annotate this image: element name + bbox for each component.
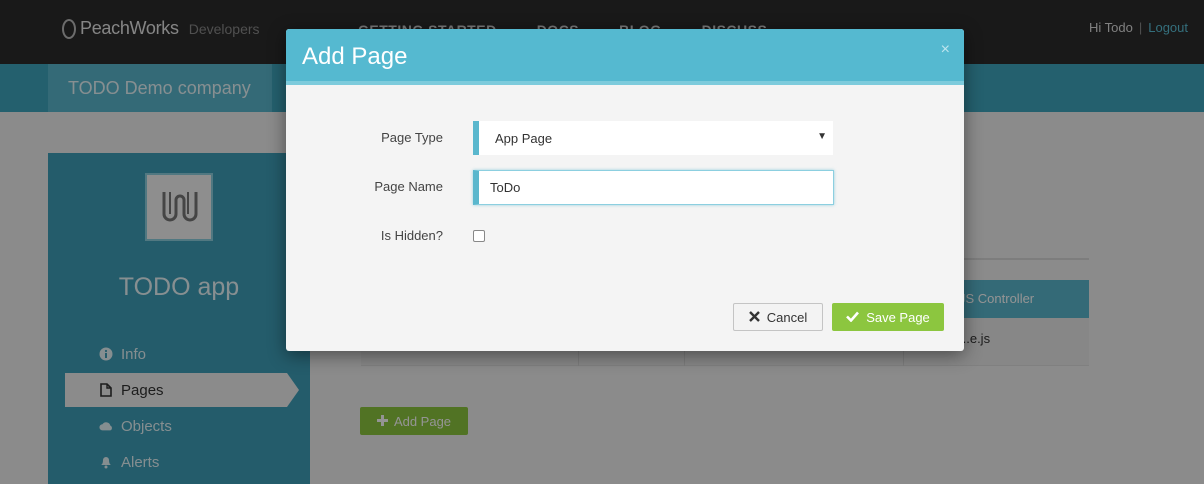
save-page-button[interactable]: Save Page xyxy=(832,303,944,331)
close-icon xyxy=(748,310,760,325)
is-hidden-label: Is Hidden? xyxy=(380,228,443,243)
cancel-label: Cancel xyxy=(766,309,808,325)
modal-header: Add Page × xyxy=(286,29,964,85)
page-type-value: App Page xyxy=(495,130,553,146)
is-hidden-checkbox[interactable] xyxy=(473,230,485,242)
page-type-select[interactable]: App Page ▼ xyxy=(473,121,833,155)
save-label: Save Page xyxy=(866,309,930,325)
page-name-row: Page Name xyxy=(286,170,964,205)
add-page-modal: Add Page × Page Type App Page ▼ Page Nam… xyxy=(286,29,964,351)
cancel-button[interactable]: Cancel xyxy=(733,303,823,331)
page-type-label: Page Type xyxy=(381,130,443,145)
modal-title: Add Page xyxy=(302,43,408,70)
is-hidden-row: Is Hidden? xyxy=(286,219,964,253)
check-icon xyxy=(846,310,860,325)
page-type-row: Page Type App Page ▼ xyxy=(286,121,964,155)
page-name-label: Page Name xyxy=(374,179,443,194)
close-icon[interactable]: × xyxy=(941,41,950,59)
page-name-input[interactable] xyxy=(473,170,834,205)
caret-down-icon: ▼ xyxy=(817,131,827,142)
